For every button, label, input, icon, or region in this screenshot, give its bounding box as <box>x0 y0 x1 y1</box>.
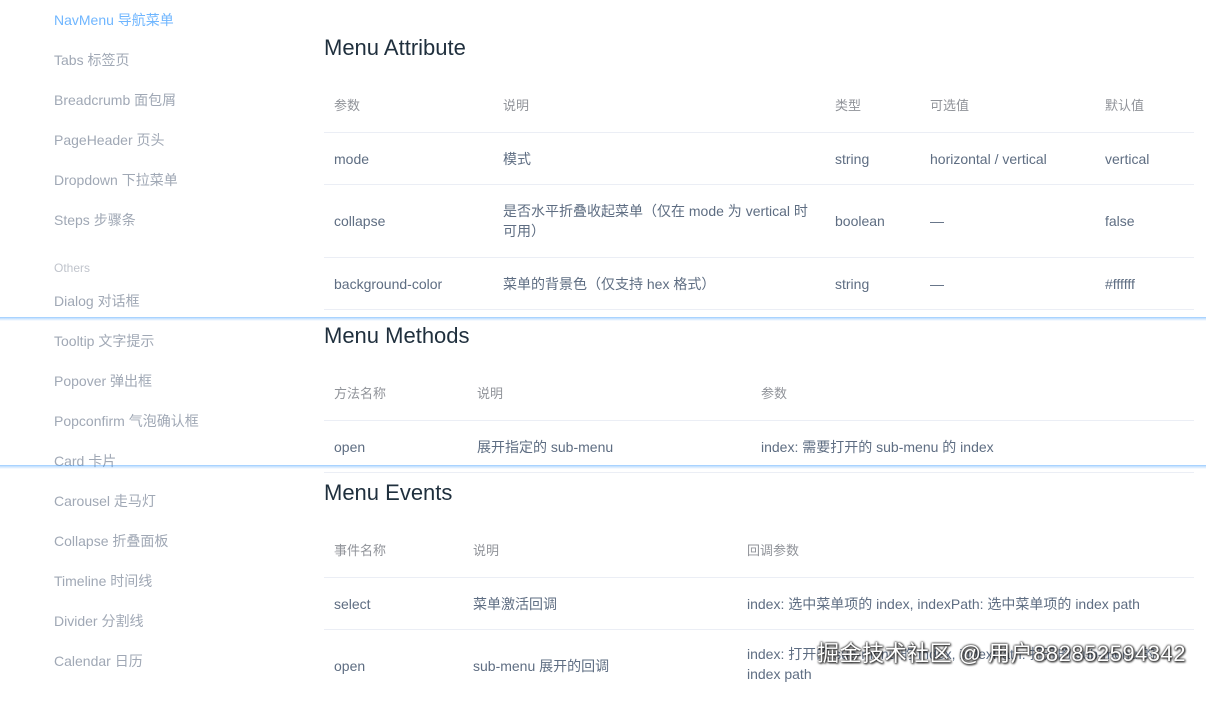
section-title-attributes: Menu Attribute <box>324 35 466 60</box>
table-cell: collapse <box>334 213 386 229</box>
table-row: select 菜单激活回调 index: 选中菜单项的 index, index… <box>324 578 1194 630</box>
sidebar-item-tabs[interactable]: Tabs 标签页 <box>54 50 129 70</box>
section-title-methods: Menu Methods <box>324 323 470 348</box>
table-cell: index: 需要打开的 sub-menu 的 index <box>761 438 994 455</box>
sidebar-item-carousel[interactable]: Carousel 走马灯 <box>54 491 156 511</box>
table-header-row: 参数 说明 类型 可选值 默认值 <box>324 80 1194 133</box>
sidebar-item-popover[interactable]: Popover 弹出框 <box>54 371 152 391</box>
sidebar-item-divider[interactable]: Divider 分割线 <box>54 611 143 631</box>
table-cell: 模式 <box>503 150 531 167</box>
table-header-cell: 说明 <box>477 386 504 401</box>
sidebar-item-navmenu[interactable]: NavMenu 导航菜单 <box>54 10 174 30</box>
table-header-cell: 类型 <box>835 98 862 113</box>
table-cell: background-color <box>334 275 443 292</box>
sidebar-item-calendar[interactable]: Calendar 日历 <box>54 651 143 671</box>
table-cell: open <box>334 658 366 674</box>
table-cell: index: 选中菜单项的 index, indexPath: 选中菜单项的 i… <box>747 595 1140 612</box>
table-header-cell: 方法名称 <box>334 386 387 401</box>
table-header-cell: 回调参数 <box>747 543 800 558</box>
table-cell: string <box>835 275 870 292</box>
sidebar-item-steps[interactable]: Steps 步骤条 <box>54 210 136 230</box>
table-header-cell: 可选值 <box>930 98 970 113</box>
sidebar-item-dropdown[interactable]: Dropdown 下拉菜单 <box>54 170 178 190</box>
sidebar-item-collapse[interactable]: Collapse 折叠面板 <box>54 531 168 551</box>
table-header-row: 方法名称 说明 参数 <box>324 368 1194 421</box>
section-divider <box>0 318 1206 321</box>
table-cell: horizontal / vertical <box>930 150 1047 167</box>
table-cell: string <box>835 150 870 167</box>
sidebar-item-timeline[interactable]: Timeline 时间线 <box>54 571 152 591</box>
table-header-cell: 参数 <box>761 386 788 401</box>
table-cell: — <box>930 213 944 229</box>
table-row: mode 模式 string horizontal / vertical ver… <box>324 133 1194 185</box>
table-cell: boolean <box>835 213 885 229</box>
table-cell: mode <box>334 150 370 167</box>
sidebar-group-others: Others <box>54 261 91 275</box>
sidebar-item-tooltip[interactable]: Tooltip 文字提示 <box>54 331 154 351</box>
table-cell: 菜单的背景色（仅支持 hex 格式） <box>503 275 716 292</box>
table-cell: sub-menu 展开的回调 <box>473 658 610 674</box>
watermark-text: 掘金技术社区 @ 用户882852594342 <box>817 641 1186 666</box>
table-header-cell: 说明 <box>503 98 530 113</box>
table-header-cell: 说明 <box>473 543 500 558</box>
table-cell: #ffffff <box>1105 275 1135 292</box>
table-header-cell: 参数 <box>334 98 361 113</box>
table-header-row: 事件名称 说明 回调参数 <box>324 525 1194 578</box>
table-cell: 菜单激活回调 <box>473 595 557 612</box>
table-cell: 是否水平折叠收起菜单（仅在 mode 为 vertical 时可用） <box>503 203 808 239</box>
sidebar-item-pageheader[interactable]: PageHeader 页头 <box>54 130 165 150</box>
section-divider <box>0 466 1206 469</box>
sidebar-item-popconfirm[interactable]: Popconfirm 气泡确认框 <box>54 411 199 431</box>
table-header-cell: 默认值 <box>1105 98 1145 113</box>
table-cell: false <box>1105 213 1135 229</box>
table-cell: 展开指定的 sub-menu <box>477 438 614 455</box>
table-cell: open <box>334 438 366 455</box>
table-header-cell: 事件名称 <box>334 543 387 558</box>
table-row: background-color 菜单的背景色（仅支持 hex 格式） stri… <box>324 258 1194 310</box>
sidebar-nav: NavMenu 导航菜单 Tabs 标签页 Breadcrumb 面包屑 Pag… <box>0 0 300 687</box>
section-title-events: Menu Events <box>324 480 453 505</box>
table-cell: — <box>930 275 944 292</box>
sidebar-item-breadcrumb[interactable]: Breadcrumb 面包屑 <box>54 90 176 110</box>
sidebar-item-dialog[interactable]: Dialog 对话框 <box>54 291 140 311</box>
table-cell: vertical <box>1105 150 1150 167</box>
table-row: collapse 是否水平折叠收起菜单（仅在 mode 为 vertical 时… <box>324 185 1194 258</box>
table-cell: select <box>334 595 371 612</box>
